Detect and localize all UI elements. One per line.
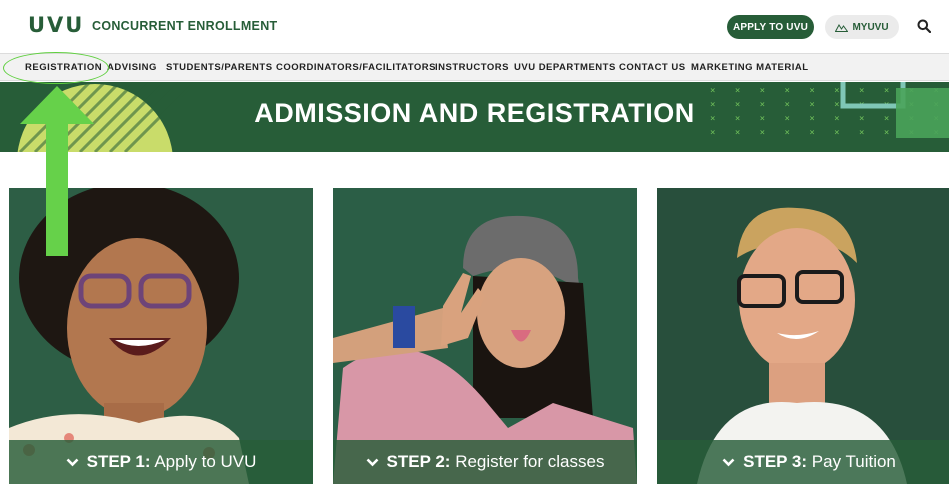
step-3-card[interactable]: STEP 3: Pay Tuition [657,188,949,484]
site-name-link[interactable]: CONCURRENT ENROLLMENT [92,19,277,33]
chevron-down-icon [66,458,79,466]
myuvu-button[interactable]: MYUVU [825,15,899,39]
step-2-number: STEP 2: [386,452,451,471]
search-icon[interactable] [917,19,931,33]
step-3-label: Pay Tuition [811,452,896,471]
step-2-label: Register for classes [455,452,605,471]
highlight-ring [3,52,109,84]
logo-text: UVU [28,13,85,37]
site-header: UVU CONCURRENT ENROLLMENT APPLY TO UVU M… [0,0,949,52]
apply-to-uvu-button[interactable]: APPLY TO UVU [727,15,814,39]
banner-square-decoration [840,82,949,138]
step-1-label: Apply to UVU [154,452,257,471]
step-2-bar[interactable]: STEP 2: Register for classes [333,440,637,484]
chevron-down-icon [722,458,735,466]
uvu-logo[interactable]: UVU [28,13,85,37]
page-banner: ADMISSION AND REGISTRATION × × × × × × ×… [0,82,949,152]
annotation-arrow-up-icon [20,86,94,256]
main-nav: REGISTRATION ADVISING STUDENTS/PARENTS C… [0,53,949,81]
step-1-bar[interactable]: STEP 1: Apply to UVU [9,440,313,484]
step-3-bar[interactable]: STEP 3: Pay Tuition [657,440,949,484]
myuvu-label: MYUVU [852,21,889,33]
step-1-number: STEP 1: [86,452,151,471]
nav-item-uvu-departments[interactable]: UVU DEPARTMENTS [514,62,616,73]
step-3-number: STEP 3: [743,452,808,471]
mountain-icon [835,23,849,32]
chevron-down-icon [366,458,378,466]
nav-item-coordinators-facilitators[interactable]: COORDINATORS/FACILITATORS [276,62,436,73]
nav-item-contact-us[interactable]: CONTACT US [619,62,686,73]
step-2-card[interactable]: STEP 2: Register for classes [333,188,637,484]
nav-item-students-parents[interactable]: STUDENTS/PARENTS [166,62,273,73]
nav-item-instructors[interactable]: INSTRUCTORS [435,62,509,73]
nav-item-marketing-material[interactable]: MARKETING MATERIAL [691,62,809,73]
nav-item-advising[interactable]: ADVISING [107,62,157,73]
